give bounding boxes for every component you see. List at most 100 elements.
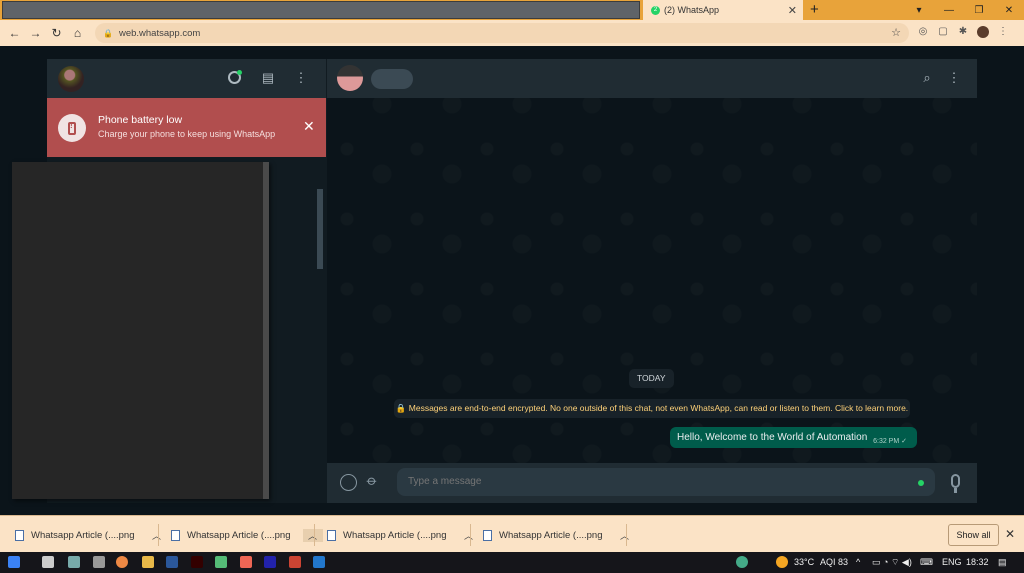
tray-chevron-icon[interactable]: ^ bbox=[856, 555, 860, 570]
new-tab-button[interactable]: + bbox=[810, 1, 819, 19]
back-button[interactable]: ← bbox=[4, 26, 25, 40]
tab-whatsapp[interactable]: 2 (2) WhatsApp ✕ bbox=[643, 0, 803, 20]
download-item[interactable]: Whatsapp Article (....png ︿ bbox=[483, 523, 635, 547]
browser-tab-strip: 2 (2) WhatsApp ✕ + ▾ — ❐ ✕ bbox=[0, 0, 1024, 20]
battery-alert-icon bbox=[58, 114, 86, 142]
app-icon[interactable] bbox=[240, 556, 252, 568]
close-window-button[interactable]: ✕ bbox=[994, 5, 1024, 16]
kebab-menu-icon[interactable]: ⋮ bbox=[997, 26, 1009, 38]
tab-search-icon[interactable]: ▾ bbox=[904, 5, 934, 16]
keyboard-icon[interactable]: ⌨ bbox=[920, 555, 933, 570]
app-icon[interactable] bbox=[68, 556, 80, 568]
file-explorer-icon[interactable] bbox=[142, 556, 154, 568]
download-item[interactable]: Whatsapp Article (....png ︿ bbox=[327, 523, 479, 547]
status-unread-dot bbox=[237, 70, 242, 75]
chat-list-scrollbar[interactable] bbox=[317, 189, 323, 269]
encryption-notice[interactable]: 🔒 Messages are end-to-end encrypted. No … bbox=[394, 399, 910, 418]
search-icon[interactable]: ⌕ bbox=[919, 70, 935, 86]
app-icon[interactable] bbox=[313, 556, 325, 568]
home-button[interactable]: ⌂ bbox=[67, 26, 88, 40]
windows-taskbar: 33°C AQI 83 ^ ▭ ◔ ⌔ ◀) ⌨ ENG 18:32 ▤ bbox=[0, 552, 1024, 573]
store-icon[interactable] bbox=[42, 556, 54, 568]
reload-button[interactable]: ↻ bbox=[46, 26, 67, 40]
bookmark-star-icon[interactable]: ☆ bbox=[891, 26, 901, 39]
chrome-icon[interactable] bbox=[116, 556, 128, 568]
tab-title: (2) WhatsApp bbox=[664, 5, 720, 15]
grammar-extension-dot bbox=[918, 480, 924, 486]
address-bar[interactable]: 🔒 web.whatsapp.com ☆ bbox=[95, 23, 909, 43]
app-icon[interactable] bbox=[289, 556, 301, 568]
download-filename: Whatsapp Article (....png bbox=[499, 529, 603, 541]
battery-low-banner[interactable]: Phone battery low Charge your phone to k… bbox=[47, 98, 326, 157]
whatsapp-app: ▤ ⋮ Phone battery low Charge your phone … bbox=[12, 59, 977, 503]
message-input[interactable] bbox=[397, 468, 935, 496]
banner-title: Phone battery low bbox=[98, 114, 183, 126]
tray-icons[interactable]: ▭ ◔ ⌔ ◀) bbox=[872, 555, 912, 570]
banner-subtitle: Charge your phone to keep using WhatsApp bbox=[98, 129, 276, 139]
chevron-up-icon[interactable]: ︿ bbox=[302, 528, 323, 542]
downloads-close-icon[interactable]: ✕ bbox=[1005, 527, 1015, 541]
emoji-icon[interactable] bbox=[340, 474, 357, 491]
chevron-up-icon[interactable]: ︿ bbox=[459, 529, 479, 542]
clock[interactable]: 18:32 bbox=[966, 555, 989, 570]
tab-close-icon[interactable]: ✕ bbox=[788, 4, 797, 17]
new-chat-icon[interactable]: ▤ bbox=[260, 70, 276, 86]
window-controls: ▾ — ❐ ✕ bbox=[904, 0, 1024, 20]
maximize-button[interactable]: ❐ bbox=[964, 5, 994, 16]
extension-icon[interactable]: ◎ bbox=[917, 26, 929, 38]
notifications-icon[interactable]: ▤ bbox=[998, 555, 1007, 570]
file-icon bbox=[327, 529, 336, 541]
downloads-bar: Whatsapp Article (....png ︿ Whatsapp Art… bbox=[0, 515, 1024, 552]
download-item[interactable]: Whatsapp Article (....png ︿ bbox=[15, 523, 167, 547]
attach-icon[interactable]: ⌀ bbox=[363, 472, 381, 490]
puzzle-icon[interactable]: ✱ bbox=[957, 26, 969, 38]
browser-toolbar: ← → ↻ ⌂ 🔒 web.whatsapp.com ☆ bbox=[0, 20, 1024, 46]
message-text: Hello, Welcome to the World of Automatio… bbox=[677, 432, 868, 443]
windows-start-icon[interactable] bbox=[8, 556, 20, 568]
illustrator-icon[interactable] bbox=[191, 556, 203, 568]
lock-icon: 🔒 bbox=[103, 28, 113, 38]
vscode-icon[interactable] bbox=[264, 556, 276, 568]
weather-icon bbox=[776, 556, 788, 568]
message-composer: ⌀ bbox=[327, 463, 977, 503]
whatsapp-favicon-icon: 2 bbox=[651, 5, 660, 15]
aqi-reading[interactable]: AQI 83 bbox=[820, 555, 848, 570]
day-separator: TODAY bbox=[629, 369, 674, 388]
app-icon[interactable] bbox=[93, 556, 105, 568]
file-icon bbox=[171, 529, 180, 541]
minimize-button[interactable]: — bbox=[934, 5, 964, 16]
download-filename: Whatsapp Article (....png bbox=[31, 529, 135, 541]
contact-name-redacted[interactable] bbox=[371, 69, 413, 89]
word-icon[interactable] bbox=[166, 556, 178, 568]
menu-icon[interactable]: ⋮ bbox=[293, 70, 309, 86]
language-indicator[interactable]: ENG bbox=[942, 555, 962, 570]
sidebar-header: ▤ ⋮ bbox=[47, 59, 326, 98]
help-icon[interactable] bbox=[736, 556, 748, 568]
banner-close-icon[interactable]: ✕ bbox=[303, 118, 315, 135]
inactive-tab[interactable] bbox=[2, 1, 640, 19]
download-item[interactable]: Whatsapp Article (....png ︿ bbox=[171, 523, 323, 547]
extension-icon[interactable]: ▢ bbox=[937, 26, 949, 38]
conversation-pane: ⌕ ⋮ TODAY 🔒 Messages are end-to-end encr… bbox=[327, 59, 977, 503]
overlay-panel bbox=[12, 162, 269, 499]
conversation-header[interactable]: ⌕ ⋮ bbox=[327, 59, 977, 98]
message-time: 6:32 PM ✓ bbox=[873, 438, 907, 445]
download-filename: Whatsapp Article (....png bbox=[187, 529, 291, 541]
my-avatar[interactable] bbox=[58, 66, 84, 92]
file-icon bbox=[483, 529, 492, 541]
conversation-menu-icon[interactable]: ⋮ bbox=[946, 70, 962, 86]
download-filename: Whatsapp Article (....png bbox=[343, 529, 447, 541]
extension-icons: ◎ ▢ ✱ ⋮ bbox=[917, 26, 1009, 38]
show-all-button[interactable]: Show all bbox=[948, 524, 999, 546]
microphone-icon[interactable] bbox=[951, 474, 960, 488]
profile-avatar[interactable] bbox=[977, 26, 989, 38]
file-icon bbox=[15, 529, 24, 541]
contact-avatar[interactable] bbox=[337, 65, 363, 91]
outgoing-message[interactable]: Hello, Welcome to the World of Automatio… bbox=[670, 427, 917, 448]
forward-button[interactable]: → bbox=[25, 26, 46, 40]
url-text: web.whatsapp.com bbox=[118, 27, 201, 39]
chevron-up-icon[interactable]: ︿ bbox=[615, 529, 635, 542]
weather-temperature[interactable]: 33°C bbox=[794, 555, 814, 570]
chevron-up-icon[interactable]: ︿ bbox=[147, 529, 167, 542]
app-icon[interactable] bbox=[215, 556, 227, 568]
